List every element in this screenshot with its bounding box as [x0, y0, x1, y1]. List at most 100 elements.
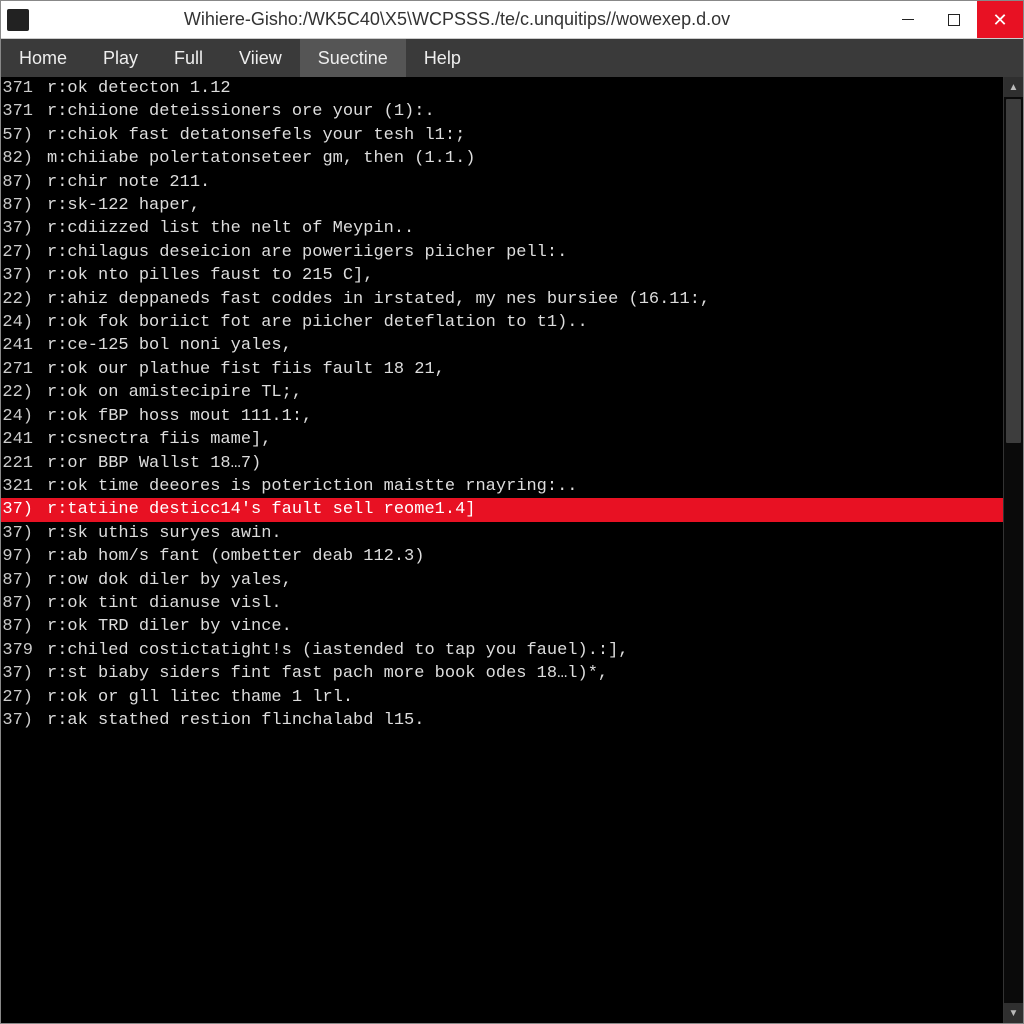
code-line[interactable]: 271r:ok our plathue fist fiis fault 18 2… [1, 358, 1003, 381]
line-text: r:chiled costictatight!s (iastended to t… [41, 639, 1003, 662]
line-number: 24) [1, 311, 41, 334]
line-number: 22) [1, 381, 41, 404]
line-text: r:ok tint dianuse visl. [41, 592, 1003, 615]
code-line[interactable]: 241r:csnectra fiis mame], [1, 428, 1003, 451]
line-number: 371 [1, 77, 41, 100]
line-number: 37) [1, 709, 41, 732]
line-text: r:csnectra fiis mame], [41, 428, 1003, 451]
line-text: r:cdiizzed list the nelt of Meypin.. [41, 217, 1003, 240]
code-line[interactable]: 22)r:ahiz deppaneds fast coddes in irsta… [1, 288, 1003, 311]
line-number: 379 [1, 639, 41, 662]
line-text: r:ok on amistecipire TL;, [41, 381, 1003, 404]
line-number: 87) [1, 569, 41, 592]
code-line[interactable]: 37)r:st biaby siders fint fast pach more… [1, 662, 1003, 685]
line-number: 241 [1, 334, 41, 357]
code-line[interactable]: 37)r:ok nto pilles faust to 215 C], [1, 264, 1003, 287]
menu-item-viiew[interactable]: Viiew [221, 39, 300, 77]
line-text: r:chir note 211. [41, 171, 1003, 194]
maximize-button[interactable] [931, 1, 977, 38]
line-number: 22) [1, 288, 41, 311]
line-text: r:ok or gll litec thame 1 lrl. [41, 686, 1003, 709]
line-number: 27) [1, 686, 41, 709]
line-text: r:ok our plathue fist fiis fault 18 21, [41, 358, 1003, 381]
code-line[interactable]: 27)r:ok or gll litec thame 1 lrl. [1, 686, 1003, 709]
scroll-thumb[interactable] [1006, 99, 1021, 443]
line-number: 24) [1, 405, 41, 428]
code-line[interactable]: 371r:chiione deteissioners ore your (1):… [1, 100, 1003, 123]
line-text: r:chilagus deseicion are poweriigers pii… [41, 241, 1003, 264]
line-number: 87) [1, 615, 41, 638]
line-text: r:chiok fast detatonsefels your tesh l1:… [41, 124, 1003, 147]
code-line[interactable]: 37)r:ak stathed restion flinchalabd l15. [1, 709, 1003, 732]
line-text: r:ok detecton 1.12 [41, 77, 1003, 100]
code-line[interactable]: 321r:ok time deeores is poteriction mais… [1, 475, 1003, 498]
menu-item-home[interactable]: Home [1, 39, 85, 77]
line-number: 57) [1, 124, 41, 147]
close-button[interactable]: ✕ [977, 1, 1023, 38]
menu-item-suectine[interactable]: Suectine [300, 39, 406, 77]
code-line[interactable]: 221r:or BBP Wallst 18…7) [1, 452, 1003, 475]
scroll-track[interactable] [1004, 97, 1023, 1003]
line-number: 271 [1, 358, 41, 381]
code-line[interactable]: 37)r:sk uthis suryes awin. [1, 522, 1003, 545]
code-line[interactable]: 82)m:chiiabe polertatonseteer gm, then (… [1, 147, 1003, 170]
line-text: r:ok nto pilles faust to 215 C], [41, 264, 1003, 287]
close-icon: ✕ [992, 11, 1007, 29]
maximize-icon [948, 14, 960, 26]
line-text: r:ab hom/s fant (ombetter deab 112.3) [41, 545, 1003, 568]
line-number: 321 [1, 475, 41, 498]
line-text: r:tatiine desticc14's fault sell reome1.… [41, 498, 1003, 521]
window-title: Wihiere-Gisho:/WK5C40\X5\WCPSSS./te/c.un… [29, 9, 885, 30]
titlebar: Wihiere-Gisho:/WK5C40\X5\WCPSSS./te/c.un… [1, 1, 1023, 39]
code-line[interactable]: 37)r:cdiizzed list the nelt of Meypin.. [1, 217, 1003, 240]
line-number: 221 [1, 452, 41, 475]
code-line[interactable]: 24)r:ok fBP hoss mout 111.1:, [1, 405, 1003, 428]
code-line[interactable]: 37)r:tatiine desticc14's fault sell reom… [1, 498, 1003, 521]
code-line[interactable]: 97)r:ab hom/s fant (ombetter deab 112.3) [1, 545, 1003, 568]
line-text: r:ow dok diler by yales, [41, 569, 1003, 592]
line-text: r:ahiz deppaneds fast coddes in irstated… [41, 288, 1003, 311]
line-number: 27) [1, 241, 41, 264]
code-line[interactable]: 27)r:chilagus deseicion are poweriigers … [1, 241, 1003, 264]
line-number: 241 [1, 428, 41, 451]
code-line[interactable]: 24)r:ok fok boriict fot are piicher dete… [1, 311, 1003, 334]
line-text: r:sk-122 haper, [41, 194, 1003, 217]
line-text: r:ce-125 bol noni yales, [41, 334, 1003, 357]
line-text: r:st biaby siders fint fast pach more bo… [41, 662, 1003, 685]
menu-item-play[interactable]: Play [85, 39, 156, 77]
line-number: 37) [1, 662, 41, 685]
line-text: r:sk uthis suryes awin. [41, 522, 1003, 545]
line-text: r:ak stathed restion flinchalabd l15. [41, 709, 1003, 732]
code-line[interactable]: 371r:ok detecton 1.12 [1, 77, 1003, 100]
code-line[interactable]: 87)r:ow dok diler by yales, [1, 569, 1003, 592]
minimize-icon [902, 19, 914, 21]
line-number: 37) [1, 522, 41, 545]
line-number: 371 [1, 100, 41, 123]
line-number: 87) [1, 592, 41, 615]
scroll-down-button[interactable]: ▼ [1004, 1003, 1023, 1023]
vertical-scrollbar[interactable]: ▲ ▼ [1003, 77, 1023, 1023]
line-number: 87) [1, 171, 41, 194]
line-number: 37) [1, 264, 41, 287]
scroll-up-button[interactable]: ▲ [1004, 77, 1023, 97]
code-line[interactable]: 87)r:chir note 211. [1, 171, 1003, 194]
menu-item-full[interactable]: Full [156, 39, 221, 77]
code-editor[interactable]: 371r:ok detecton 1.12371r:chiione deteis… [1, 77, 1003, 1023]
minimize-button[interactable] [885, 1, 931, 38]
code-line[interactable]: 57)r:chiok fast detatonsefels your tesh … [1, 124, 1003, 147]
line-number: 37) [1, 498, 41, 521]
editor-area: 371r:ok detecton 1.12371r:chiione deteis… [1, 77, 1023, 1023]
code-line[interactable]: 22)r:ok on amistecipire TL;, [1, 381, 1003, 404]
line-text: r:ok fok boriict fot are piicher detefla… [41, 311, 1003, 334]
app-icon [7, 9, 29, 31]
code-line[interactable]: 87)r:sk-122 haper, [1, 194, 1003, 217]
window-controls: ✕ [885, 1, 1023, 38]
menu-item-help[interactable]: Help [406, 39, 479, 77]
line-number: 37) [1, 217, 41, 240]
code-line[interactable]: 241r:ce-125 bol noni yales, [1, 334, 1003, 357]
code-line[interactable]: 87)r:ok TRD diler by vince. [1, 615, 1003, 638]
line-number: 97) [1, 545, 41, 568]
code-line[interactable]: 87)r:ok tint dianuse visl. [1, 592, 1003, 615]
code-line[interactable]: 379r:chiled costictatight!s (iastended t… [1, 639, 1003, 662]
app-window: Wihiere-Gisho:/WK5C40\X5\WCPSSS./te/c.un… [0, 0, 1024, 1024]
